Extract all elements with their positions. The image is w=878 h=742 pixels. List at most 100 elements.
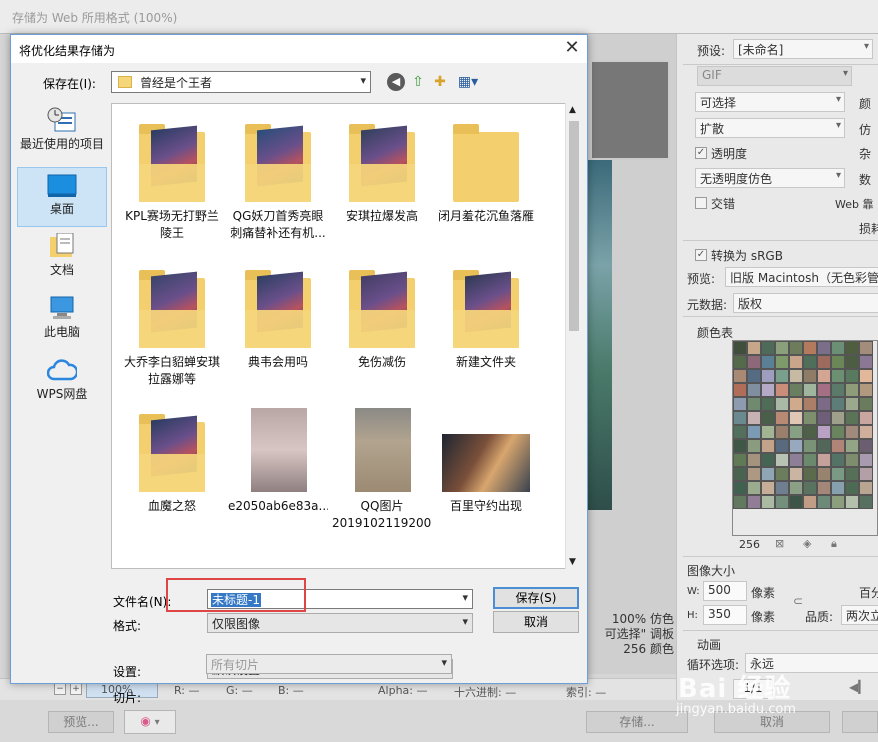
color-swatch[interactable] <box>733 383 747 397</box>
bg-save-button[interactable]: 存储... <box>586 711 688 733</box>
color-swatch[interactable] <box>789 355 803 369</box>
color-swatch[interactable] <box>859 467 873 481</box>
up-folder-icon[interactable]: ⇧ <box>409 73 427 91</box>
width-input[interactable]: 500 <box>703 581 747 601</box>
format-select[interactable]: GIF ▾ <box>697 66 852 86</box>
file-list[interactable]: KPL赛场无打野兰陵王 QG妖刀首秀亮眼刺痛替补还有机... 安琪拉爆发高 闭月羞花沉… <box>111 103 581 569</box>
color-swatch[interactable] <box>747 397 761 411</box>
file-item[interactable]: 典韦会用吗 <box>228 264 328 388</box>
file-item[interactable]: 免伤减伤 <box>332 264 432 388</box>
folder-select[interactable]: 曾经是个王者 ▾ <box>111 71 371 93</box>
color-swatch[interactable] <box>859 481 873 495</box>
color-swatch[interactable] <box>831 425 845 439</box>
reduction-select[interactable]: 可选择 ▾ <box>695 92 845 112</box>
preview-button[interactable]: 预览... <box>48 711 114 733</box>
color-swatch[interactable] <box>761 383 775 397</box>
color-swatch[interactable] <box>831 369 845 383</box>
convert-srgb-checkbox[interactable]: ✓ <box>695 249 707 261</box>
color-swatch[interactable] <box>817 467 831 481</box>
color-swatch[interactable] <box>747 495 761 509</box>
color-swatch[interactable] <box>733 467 747 481</box>
color-swatch[interactable] <box>803 467 817 481</box>
color-swatch[interactable] <box>845 369 859 383</box>
height-input[interactable]: 350 <box>703 605 747 625</box>
metadata-select[interactable]: 版权 <box>733 293 878 313</box>
color-swatch[interactable] <box>845 383 859 397</box>
color-swatch[interactable] <box>747 439 761 453</box>
file-item[interactable]: KPL赛场无打野兰陵王 <box>122 118 222 242</box>
color-swatch[interactable] <box>775 453 789 467</box>
place-this-pc[interactable]: 此电脑 <box>17 291 107 351</box>
color-swatch[interactable] <box>845 355 859 369</box>
file-item[interactable]: 大乔李白貂蝉安琪拉露娜等 <box>122 264 222 388</box>
color-swatch[interactable] <box>831 383 845 397</box>
color-swatch[interactable] <box>747 425 761 439</box>
color-swatch[interactable] <box>803 425 817 439</box>
color-swatch[interactable] <box>817 397 831 411</box>
scroll-up-icon[interactable]: ▲ <box>569 105 576 115</box>
color-swatch[interactable] <box>859 369 873 383</box>
color-swatch[interactable] <box>803 481 817 495</box>
color-swatch[interactable] <box>859 397 873 411</box>
quality-select[interactable]: 两次立 <box>841 605 878 625</box>
color-swatch[interactable] <box>831 453 845 467</box>
color-swatch[interactable] <box>733 425 747 439</box>
color-swatch[interactable] <box>747 355 761 369</box>
color-swatch[interactable] <box>845 453 859 467</box>
color-swatch[interactable] <box>733 411 747 425</box>
color-swatch[interactable] <box>733 355 747 369</box>
color-swatch[interactable] <box>747 467 761 481</box>
color-swatch[interactable] <box>775 481 789 495</box>
color-swatch[interactable] <box>789 495 803 509</box>
color-swatch[interactable] <box>859 495 873 509</box>
color-swatch[interactable] <box>747 369 761 383</box>
color-swatch[interactable] <box>789 341 803 355</box>
color-swatch[interactable] <box>817 355 831 369</box>
color-swatch[interactable] <box>817 439 831 453</box>
color-swatch[interactable] <box>761 341 775 355</box>
color-swatch[interactable] <box>789 453 803 467</box>
color-swatch[interactable] <box>761 411 775 425</box>
place-desktop[interactable]: 桌面 <box>17 167 107 227</box>
format-select[interactable]: 仅限图像 ▾ <box>207 613 473 633</box>
lock-icon[interactable]: 🔒︎ <box>831 537 837 551</box>
color-swatch[interactable] <box>775 383 789 397</box>
color-swatch[interactable] <box>761 481 775 495</box>
color-swatch[interactable] <box>845 439 859 453</box>
color-swatch[interactable] <box>761 369 775 383</box>
color-swatch[interactable] <box>859 355 873 369</box>
zoom-in-button[interactable]: + <box>70 683 82 695</box>
color-swatch[interactable] <box>845 495 859 509</box>
color-swatch[interactable] <box>859 425 873 439</box>
color-swatch[interactable] <box>803 397 817 411</box>
file-item[interactable]: e2050ab6e83a... <box>228 408 328 532</box>
slices-select[interactable]: 所有切片 ▾ <box>206 654 452 674</box>
color-swatch[interactable] <box>761 425 775 439</box>
color-swatch[interactable] <box>817 495 831 509</box>
transparency-checkbox[interactable]: ✓ <box>695 147 707 159</box>
color-swatch[interactable] <box>859 439 873 453</box>
color-swatch[interactable] <box>831 467 845 481</box>
color-swatch[interactable] <box>845 341 859 355</box>
color-swatch[interactable] <box>775 439 789 453</box>
file-item[interactable]: 血魔之怒 <box>122 408 222 532</box>
color-swatch[interactable] <box>747 341 761 355</box>
color-swatch[interactable] <box>803 453 817 467</box>
color-swatch[interactable] <box>817 369 831 383</box>
color-swatch[interactable] <box>775 495 789 509</box>
color-swatch[interactable] <box>803 411 817 425</box>
file-item[interactable]: QG妖刀首秀亮眼刺痛替补还有机... <box>228 118 328 242</box>
place-recent[interactable]: 最近使用的项目 <box>17 103 107 163</box>
color-swatch[interactable] <box>817 383 831 397</box>
color-swatch[interactable] <box>747 411 761 425</box>
color-swatch[interactable] <box>831 341 845 355</box>
color-swatch[interactable] <box>775 341 789 355</box>
color-swatch[interactable] <box>803 341 817 355</box>
color-swatch[interactable] <box>733 397 747 411</box>
color-swatch[interactable] <box>733 439 747 453</box>
color-table[interactable] <box>732 340 878 536</box>
preset-select[interactable]: [未命名] ▾ <box>733 39 873 59</box>
color-swatch[interactable] <box>761 355 775 369</box>
view-menu-icon[interactable]: ▦▾ <box>455 73 481 91</box>
color-swatch[interactable] <box>761 467 775 481</box>
